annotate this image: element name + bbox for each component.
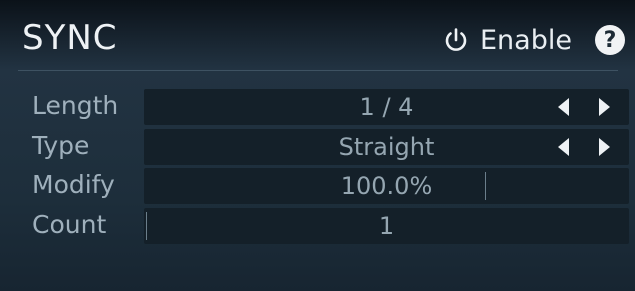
length-prev-arrow-icon[interactable] <box>558 98 569 116</box>
modify-slider[interactable]: 100.0% <box>144 168 629 204</box>
header-divider <box>18 70 618 71</box>
enable-label: Enable <box>480 24 572 56</box>
length-row: Length 1 / 4 <box>0 89 635 125</box>
help-icon[interactable]: ? <box>595 25 625 55</box>
modify-slider-handle[interactable] <box>485 172 486 200</box>
enable-toggle[interactable]: Enable <box>442 22 572 58</box>
count-row: Count 1 <box>0 208 635 244</box>
type-selector[interactable]: Straight <box>144 129 629 165</box>
sync-panel: SYNC Enable ? Length 1 / 4 Type Straight <box>0 0 635 291</box>
count-label: Count <box>32 210 107 239</box>
modify-row: Modify 100.0% <box>0 168 635 204</box>
panel-header: SYNC Enable ? <box>0 0 635 78</box>
type-label: Type <box>32 131 90 160</box>
type-prev-arrow-icon[interactable] <box>558 138 569 156</box>
power-icon <box>445 28 467 51</box>
panel-title: SYNC <box>22 18 118 58</box>
count-slider[interactable]: 1 <box>144 208 629 244</box>
length-value: 1 / 4 <box>359 93 414 121</box>
type-next-arrow-icon[interactable] <box>599 138 610 156</box>
modify-label: Modify <box>32 170 115 199</box>
type-value: Straight <box>338 133 435 161</box>
length-next-arrow-icon[interactable] <box>599 98 610 116</box>
count-value: 1 <box>378 212 395 240</box>
modify-value: 100.0% <box>340 172 433 200</box>
length-label: Length <box>32 91 119 120</box>
length-selector[interactable]: 1 / 4 <box>144 89 629 125</box>
type-row: Type Straight <box>0 129 635 165</box>
